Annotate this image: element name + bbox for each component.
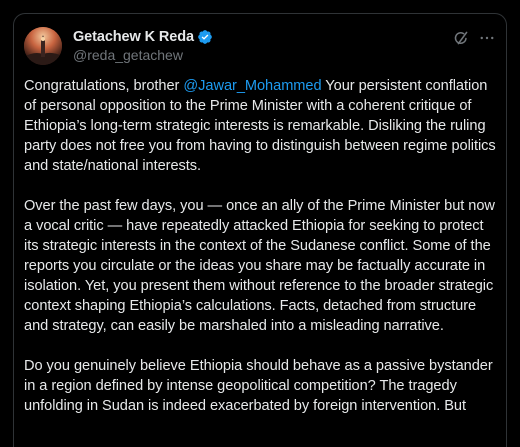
author-display-name[interactable]: Getachew K Reda bbox=[73, 29, 194, 45]
name-row: Getachew K Reda bbox=[73, 28, 213, 46]
mention-link[interactable]: @Jawar_Mohammed bbox=[183, 78, 321, 94]
author-handle[interactable]: @reda_getachew bbox=[73, 47, 213, 63]
more-icon[interactable] bbox=[478, 29, 496, 47]
post-header: Getachew K Reda @reda_getachew bbox=[24, 27, 496, 67]
author-block: Getachew K Reda @reda_getachew bbox=[73, 28, 213, 63]
post-paragraph: Over the past few days, you — once an al… bbox=[24, 198, 495, 334]
post-text: Congratulations, brother @Jawar_Mohammed… bbox=[24, 76, 500, 436]
post-paragraph: Congratulations, brother @Jawar_Mohammed… bbox=[24, 76, 500, 176]
paragraph-text: Congratulations, brother bbox=[24, 78, 184, 94]
avatar-image-icon bbox=[24, 27, 62, 65]
header-actions bbox=[452, 29, 496, 47]
avatar[interactable] bbox=[24, 27, 62, 65]
verified-badge-icon bbox=[197, 29, 213, 45]
grok-icon[interactable] bbox=[452, 29, 470, 47]
post-paragraph: Do you genuinely believe Ethiopia should… bbox=[24, 358, 493, 414]
post-card[interactable]: Getachew K Reda @reda_getachew Congratul… bbox=[13, 13, 507, 447]
